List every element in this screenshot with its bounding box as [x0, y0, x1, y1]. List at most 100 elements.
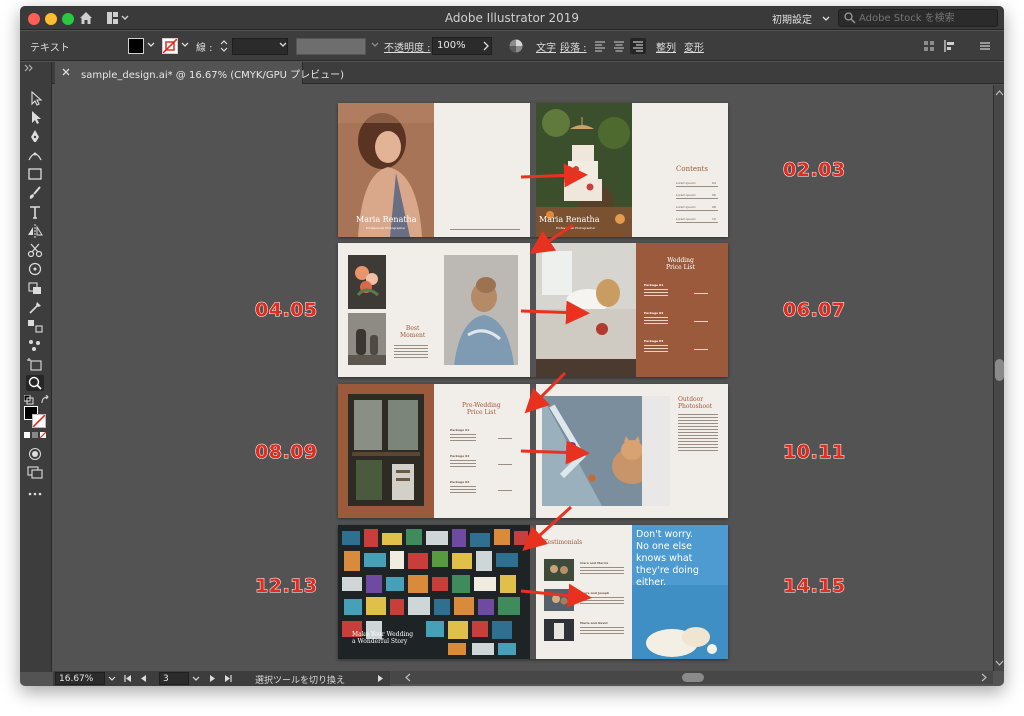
first-artboard-icon[interactable]	[123, 674, 133, 683]
scroll-left-icon[interactable]	[404, 673, 412, 682]
arrow-icon	[529, 223, 574, 254]
pen-tool-icon[interactable]	[26, 128, 44, 144]
chevron-right-icon[interactable]	[482, 41, 490, 51]
document-tab[interactable]: sample_design.ai* @ 16.67% (CMYK/GPU プレビ…	[55, 62, 344, 84]
zoom-level-field[interactable]: 16.67%	[55, 672, 105, 685]
last-artboard-icon[interactable]	[223, 674, 233, 683]
align-center-icon	[614, 41, 624, 52]
artboard-number-value: 3	[163, 674, 169, 684]
screen-mode-icon[interactable]	[26, 464, 44, 480]
next-artboard-icon[interactable]	[207, 674, 217, 683]
artboard-canvas[interactable]: Maria Renatha Professional Photographer …	[53, 85, 993, 671]
align-left-icon	[595, 41, 605, 52]
symbol-sprayer-tool-icon[interactable]	[26, 337, 44, 353]
workspace-label: 初期設定	[772, 15, 812, 26]
panel-menu-icon[interactable]	[978, 39, 992, 53]
app-title: Adobe Illustrator 2019	[444, 11, 580, 25]
type-tool-icon[interactable]	[26, 204, 44, 220]
eyedropper-tool-icon[interactable]	[26, 299, 44, 315]
chevron-down-icon[interactable]	[107, 674, 117, 683]
status-message: 選択ツールを切り換え	[255, 676, 346, 686]
opacity-label[interactable]: 不透明度 :	[384, 39, 431, 54]
panel-collapse-icon[interactable]	[24, 64, 34, 72]
fill-color-swatch[interactable]	[128, 38, 144, 54]
artboard-number-field[interactable]: 3	[159, 672, 189, 685]
vertical-scroll-thumb[interactable]	[995, 359, 1004, 381]
search-icon	[844, 12, 856, 24]
scroll-up-icon[interactable]	[995, 89, 1004, 97]
isolate-icon[interactable]	[922, 39, 936, 53]
recolor-artwork-icon[interactable]	[508, 38, 524, 54]
none-color-icon	[32, 414, 46, 428]
window-close-button[interactable]	[28, 13, 40, 25]
chevron-down-icon[interactable]	[278, 40, 288, 50]
chevron-down-icon[interactable]	[146, 40, 156, 50]
selection-tool-icon[interactable]	[26, 90, 44, 106]
stock-search-input[interactable]	[859, 11, 995, 25]
zoom-tool[interactable]	[26, 375, 44, 391]
illustrator-window: Adobe Illustrator 2019 初期設定 テキスト 線 : 不透明…	[20, 6, 1004, 686]
vertical-scrollbar[interactable]	[993, 85, 1004, 671]
stock-search[interactable]	[838, 9, 998, 27]
reflect-tool-icon[interactable]	[26, 223, 44, 239]
page-order-arrows	[520, 163, 592, 608]
tools-panel	[20, 62, 52, 672]
color-mode-icon[interactable]	[24, 432, 48, 440]
paragraph-panel-link[interactable]: 段落 :	[560, 39, 587, 54]
shape-builder-tool-icon[interactable]	[26, 280, 44, 296]
scroll-right-icon[interactable]	[980, 673, 988, 682]
brush-style-field[interactable]	[296, 38, 366, 55]
align-right-button[interactable]	[630, 38, 646, 54]
stroke-color-swatch[interactable]	[162, 38, 178, 54]
arrange-documents-icon[interactable]	[106, 11, 130, 25]
none-color-icon	[162, 38, 178, 54]
puppet-warp-tool-icon[interactable]	[26, 261, 44, 277]
arrow-icon	[520, 583, 592, 608]
window-minimize-button[interactable]	[45, 13, 57, 25]
default-colors-icon[interactable]	[24, 395, 34, 405]
blend-tool-icon[interactable]	[26, 318, 44, 334]
transform-panel-link[interactable]: 変形	[684, 39, 704, 54]
chevron-down-icon	[822, 16, 830, 21]
direct-selection-tool-icon[interactable]	[26, 109, 44, 125]
align-right-icon	[633, 41, 643, 52]
stroke-weight-stepper[interactable]	[218, 39, 230, 53]
arrow-icon	[520, 163, 588, 188]
character-panel-link[interactable]: 文字	[536, 39, 556, 54]
arrow-icon	[520, 440, 590, 465]
stroke-color-box[interactable]	[32, 414, 46, 428]
align-center-button[interactable]	[611, 38, 627, 54]
workspace-switcher[interactable]: 初期設定	[766, 9, 834, 27]
rectangle-tool-icon[interactable]	[26, 166, 44, 182]
arrow-icon	[524, 371, 567, 414]
chevron-down-icon[interactable]	[180, 40, 190, 50]
align-left-button[interactable]	[592, 38, 608, 54]
arrow-icon	[520, 300, 590, 325]
stroke-label: 線 :	[196, 43, 213, 54]
title-bar: Adobe Illustrator 2019 初期設定	[20, 6, 1004, 30]
drawing-mode-icon[interactable]	[26, 446, 44, 462]
artboard-tool-icon[interactable]	[26, 356, 44, 372]
close-icon[interactable]	[61, 67, 71, 77]
status-menu-icon[interactable]	[375, 674, 385, 683]
window-zoom-button[interactable]	[62, 13, 74, 25]
selection-type-label: テキスト	[30, 43, 70, 54]
chevron-down-icon[interactable]	[191, 674, 201, 683]
more-tools-icon[interactable]	[26, 486, 44, 502]
arrange-panel-link[interactable]: 整列	[656, 39, 676, 54]
document-tab-bar: sample_design.ai* @ 16.67% (CMYK/GPU プレビ…	[37, 62, 1004, 84]
paintbrush-tool-icon[interactable]	[26, 185, 44, 201]
previous-artboard-icon[interactable]	[139, 674, 149, 683]
opacity-value: 100%	[437, 40, 466, 51]
horizontal-scroll-thumb[interactable]	[682, 673, 704, 682]
swap-colors-icon[interactable]	[40, 395, 50, 405]
horizontal-scrollbar[interactable]	[390, 671, 993, 684]
document-tab-label: sample_design.ai* @ 16.67% (CMYK/GPU プレビ…	[81, 70, 345, 81]
scroll-down-icon[interactable]	[995, 659, 1004, 667]
chevron-down-icon[interactable]	[370, 40, 380, 50]
status-bar: 16.67% 3 選択ツールを切り換え	[53, 671, 390, 686]
scissors-tool-icon[interactable]	[26, 242, 44, 258]
align-objects-icon[interactable]	[942, 39, 956, 53]
curvature-tool-icon[interactable]	[26, 147, 44, 163]
home-icon[interactable]	[78, 10, 94, 26]
